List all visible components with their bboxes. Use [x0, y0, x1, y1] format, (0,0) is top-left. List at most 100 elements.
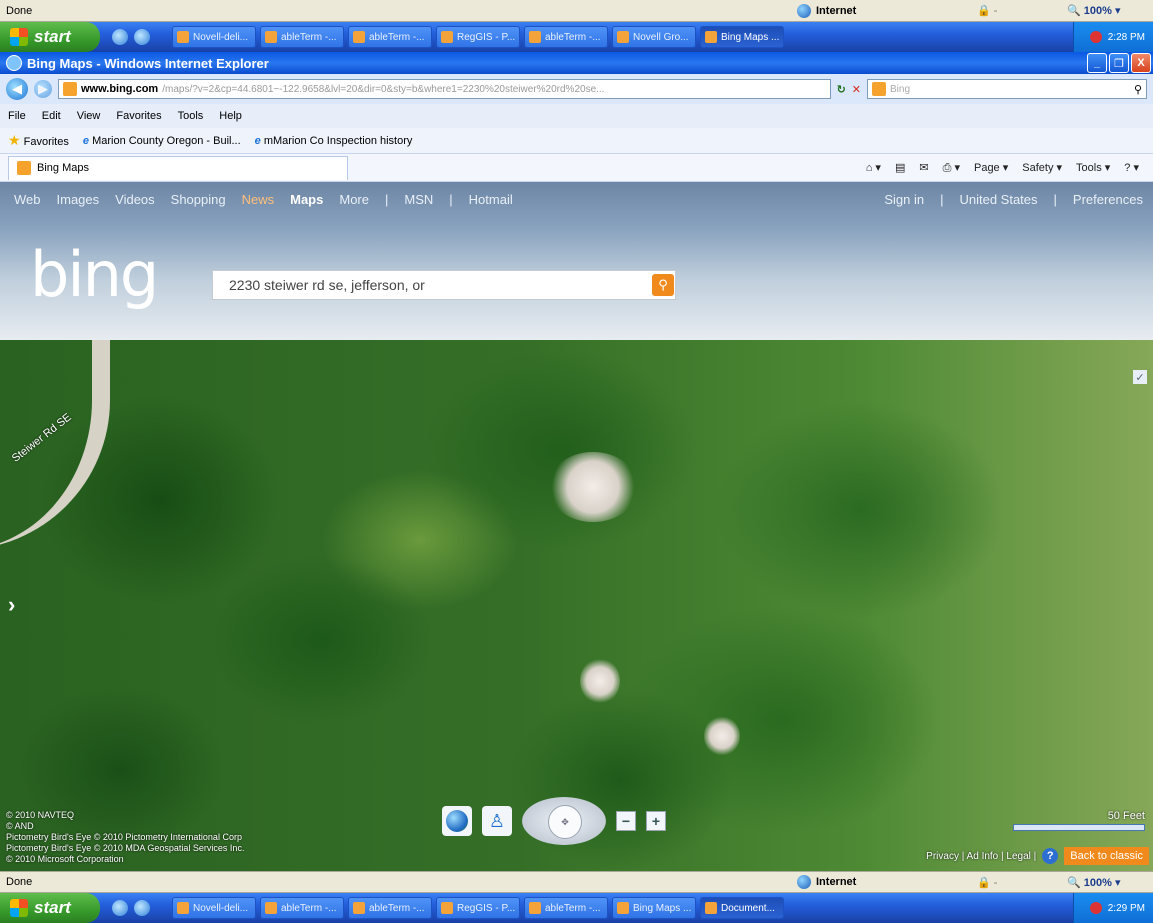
- taskbar-button[interactable]: RegGIS - P...: [436, 897, 520, 919]
- bing-nav-preferences[interactable]: Preferences: [1073, 192, 1143, 207]
- attribution-line: © 2010 NAVTEQ: [6, 810, 74, 820]
- windows-flag-icon: [10, 899, 28, 917]
- menu-file[interactable]: File: [8, 110, 26, 122]
- menu-bar: File Edit View Favorites Tools Help: [0, 104, 1153, 128]
- taskbar-button[interactable]: ableTerm -...: [348, 897, 432, 919]
- footer-links[interactable]: Privacy | Ad Info | Legal |: [926, 851, 1036, 862]
- globe-view-button[interactable]: [442, 806, 472, 836]
- zoom-in-button[interactable]: +: [646, 811, 666, 831]
- taskbar-button[interactable]: Novell-deli...: [172, 26, 256, 48]
- url-input[interactable]: www.bing.com /maps/?v=2&cp=44.6801~-122.…: [58, 79, 831, 99]
- help-icon[interactable]: ?: [1042, 848, 1059, 864]
- favorite-link-2[interactable]: e mMarion Co Inspection history: [255, 135, 413, 147]
- bottom-taskbar: start Novell-deli... ableTerm -... ableTer…: [0, 893, 1153, 923]
- taskbar-button[interactable]: Bing Maps ...: [700, 26, 784, 48]
- ie-icon[interactable]: [112, 29, 128, 45]
- stop-icon[interactable]: ✕: [852, 83, 861, 96]
- favorite-link-1[interactable]: e Marion County Oregon - Buil...: [83, 135, 241, 147]
- taskbar-button[interactable]: Novell Gro...: [612, 26, 696, 48]
- taskbar-button[interactable]: Novell-deli...: [172, 897, 256, 919]
- app-icon: [441, 31, 453, 43]
- favorites-button[interactable]: ★ Favorites: [8, 132, 69, 149]
- bing-nav-sign-in[interactable]: Sign in: [884, 192, 924, 207]
- app-icon: [265, 31, 277, 43]
- show-desktop-icon[interactable]: [134, 900, 150, 916]
- scale-bar: 50 Feet: [1013, 810, 1145, 831]
- taskbar-button[interactable]: Document...: [700, 897, 784, 919]
- zoom-out-button[interactable]: −: [616, 811, 636, 831]
- menu-edit[interactable]: Edit: [42, 110, 61, 122]
- taskbar-button[interactable]: RegGIS - P...: [436, 26, 520, 48]
- address-bar: ◀ ▶ www.bing.com /maps/?v=2&cp=44.6801~-…: [0, 74, 1153, 104]
- search-icon[interactable]: ⚲: [1134, 83, 1142, 96]
- bing-logo[interactable]: bing: [30, 244, 159, 306]
- print-icon[interactable]: ⎙ ▾: [943, 161, 960, 175]
- taskbar-buttons: Novell-deli... ableTerm -... ableTerm -...…: [162, 26, 1073, 48]
- mail-icon[interactable]: ✉: [919, 161, 928, 175]
- taskbar-button-label: Novell-deli...: [193, 31, 249, 43]
- help-menu[interactable]: ? ▾: [1124, 161, 1139, 175]
- favorites-bar: ★ Favorites e Marion County Oregon - Bui…: [0, 128, 1153, 154]
- menu-view[interactable]: View: [77, 110, 101, 122]
- check-icon[interactable]: ✓: [1133, 370, 1147, 384]
- bing-nav-news[interactable]: News: [242, 192, 275, 207]
- security-zone: Internet: [797, 3, 977, 18]
- minimize-button[interactable]: _: [1087, 53, 1107, 73]
- bing-nav-maps[interactable]: Maps: [290, 192, 323, 207]
- tray-icon[interactable]: [1089, 902, 1102, 914]
- taskbar-buttons: Novell-deli... ableTerm -... ableTerm -...…: [162, 897, 1073, 919]
- menu-help[interactable]: Help: [219, 110, 242, 122]
- bing-search-button[interactable]: ⚲: [652, 274, 674, 296]
- ie-icon[interactable]: [112, 900, 128, 916]
- person-icon: ♙: [488, 810, 506, 831]
- taskbar-button[interactable]: ableTerm -...: [260, 26, 344, 48]
- bing-search-input[interactable]: 2230 steiwer rd se, jefferson, or: [212, 270, 676, 300]
- page-menu[interactable]: Page ▾: [974, 161, 1008, 175]
- menu-favorites[interactable]: Favorites: [116, 110, 161, 122]
- bing-nav-united-states[interactable]: United States: [959, 192, 1037, 207]
- close-button[interactable]: X: [1131, 53, 1151, 73]
- bing-nav-images[interactable]: Images: [57, 192, 100, 207]
- tools-menu[interactable]: Tools ▾: [1076, 161, 1110, 175]
- taskbar-button[interactable]: ableTerm -...: [524, 26, 608, 48]
- taskbar-button[interactable]: ableTerm -...: [260, 897, 344, 919]
- start-button[interactable]: start: [0, 22, 100, 52]
- maximize-button[interactable]: ❐: [1109, 53, 1129, 73]
- bing-nav-web[interactable]: Web: [14, 192, 41, 207]
- bing-nav-hotmail[interactable]: Hotmail: [469, 192, 513, 207]
- bing-nav-videos[interactable]: Videos: [115, 192, 155, 207]
- protected-mode[interactable]: 🔒 -: [977, 4, 1067, 17]
- refresh-icon[interactable]: ↻: [837, 83, 846, 96]
- streetside-button[interactable]: ♙: [482, 806, 512, 836]
- protected-mode[interactable]: 🔒 -: [977, 876, 1067, 889]
- app-icon: [353, 902, 365, 914]
- forward-button[interactable]: ▶: [34, 80, 52, 98]
- tab-bing-maps[interactable]: Bing Maps: [8, 155, 348, 180]
- compass-control[interactable]: ✥: [522, 797, 606, 845]
- zoom-level[interactable]: 🔍 100% ▾: [1067, 876, 1147, 889]
- aerial-map[interactable]: Steiwer Rd SE ✓ › © 2010 NAVTEQ © AND Pict…: [0, 340, 1153, 871]
- menu-tools[interactable]: Tools: [178, 110, 204, 122]
- nav-separator: |: [940, 192, 944, 207]
- ie-search-box[interactable]: Bing ⚲: [867, 79, 1147, 99]
- bing-nav-msn[interactable]: MSN: [404, 192, 433, 207]
- bing-nav-shopping[interactable]: Shopping: [171, 192, 226, 207]
- taskbar-button[interactable]: Bing Maps ...: [612, 897, 696, 919]
- system-tray: 2:29 PM: [1073, 893, 1153, 923]
- home-icon[interactable]: ⌂ ▾: [866, 161, 881, 175]
- safety-menu[interactable]: Safety ▾: [1022, 161, 1062, 175]
- zoom-level[interactable]: 🔍 100% ▾: [1067, 4, 1147, 17]
- taskbar-button[interactable]: ableTerm -...: [524, 897, 608, 919]
- taskbar-button[interactable]: ableTerm -...: [348, 26, 432, 48]
- back-to-classic-button[interactable]: Back to classic: [1064, 847, 1149, 865]
- show-desktop-icon[interactable]: [134, 29, 150, 45]
- start-button[interactable]: start: [0, 893, 100, 923]
- top-status-bar: Done Internet 🔒 - 🔍 100% ▾: [0, 0, 1153, 22]
- app-icon: [705, 31, 717, 43]
- pan-arrows-icon[interactable]: ✥: [548, 805, 582, 839]
- back-button[interactable]: ◀: [6, 78, 28, 100]
- feeds-icon[interactable]: ▤: [895, 161, 905, 175]
- expand-panel-icon[interactable]: ›: [8, 592, 15, 618]
- bing-nav-more[interactable]: More: [339, 192, 369, 207]
- tray-icon[interactable]: [1089, 31, 1102, 43]
